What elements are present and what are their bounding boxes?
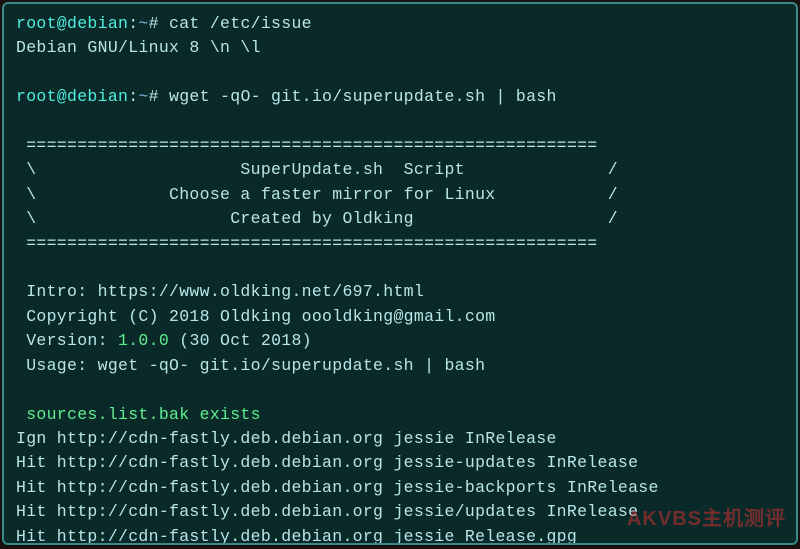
banner-line-3: \ Created by Oldking / — [16, 207, 784, 231]
prompt-user: root@debian — [16, 87, 128, 106]
banner-line-2: \ Choose a faster mirror for Linux / — [16, 183, 784, 207]
banner-line-1: \ SuperUpdate.sh Script / — [16, 158, 784, 182]
prompt-user: root@debian — [16, 14, 128, 33]
apt-line: Hit http://cdn-fastly.deb.debian.org jes… — [16, 525, 784, 545]
usage-line: Usage: wget -qO- git.io/superupdate.sh |… — [16, 354, 784, 378]
prompt-path: ~ — [138, 87, 148, 106]
status-line: sources.list.bak exists — [16, 403, 784, 427]
terminal-window[interactable]: root@debian:~# cat /etc/issue Debian GNU… — [2, 2, 798, 545]
blank-line — [16, 378, 784, 402]
banner-rule-top: ========================================… — [16, 134, 784, 158]
command-text: wget -qO- git.io/superupdate.sh | bash — [169, 87, 557, 106]
prompt-path: ~ — [138, 14, 148, 33]
apt-line: Hit http://cdn-fastly.deb.debian.org jes… — [16, 451, 784, 475]
version-date: (30 Oct 2018) — [169, 331, 312, 350]
apt-line: Hit http://cdn-fastly.deb.debian.org jes… — [16, 500, 784, 524]
blank-line — [16, 61, 784, 85]
prompt-line-1: root@debian:~# cat /etc/issue — [16, 12, 784, 36]
apt-line: Ign http://cdn-fastly.deb.debian.org jes… — [16, 427, 784, 451]
blank-line — [16, 256, 784, 280]
command-text: cat /etc/issue — [169, 14, 312, 33]
prompt-hash: # — [149, 87, 169, 106]
prompt-sep: : — [128, 14, 138, 33]
version-number: 1.0.0 — [118, 331, 169, 350]
copyright-line: Copyright (C) 2018 Oldking oooldking@gma… — [16, 305, 784, 329]
version-label: Version: — [16, 331, 118, 350]
banner-rule-bottom: ========================================… — [16, 232, 784, 256]
intro-line: Intro: https://www.oldking.net/697.html — [16, 280, 784, 304]
blank-line — [16, 110, 784, 134]
prompt-sep: : — [128, 87, 138, 106]
version-line: Version: 1.0.0 (30 Oct 2018) — [16, 329, 784, 353]
apt-line: Hit http://cdn-fastly.deb.debian.org jes… — [16, 476, 784, 500]
prompt-line-2: root@debian:~# wget -qO- git.io/superupd… — [16, 85, 784, 109]
issue-output: Debian GNU/Linux 8 \n \l — [16, 36, 784, 60]
prompt-hash: # — [149, 14, 169, 33]
